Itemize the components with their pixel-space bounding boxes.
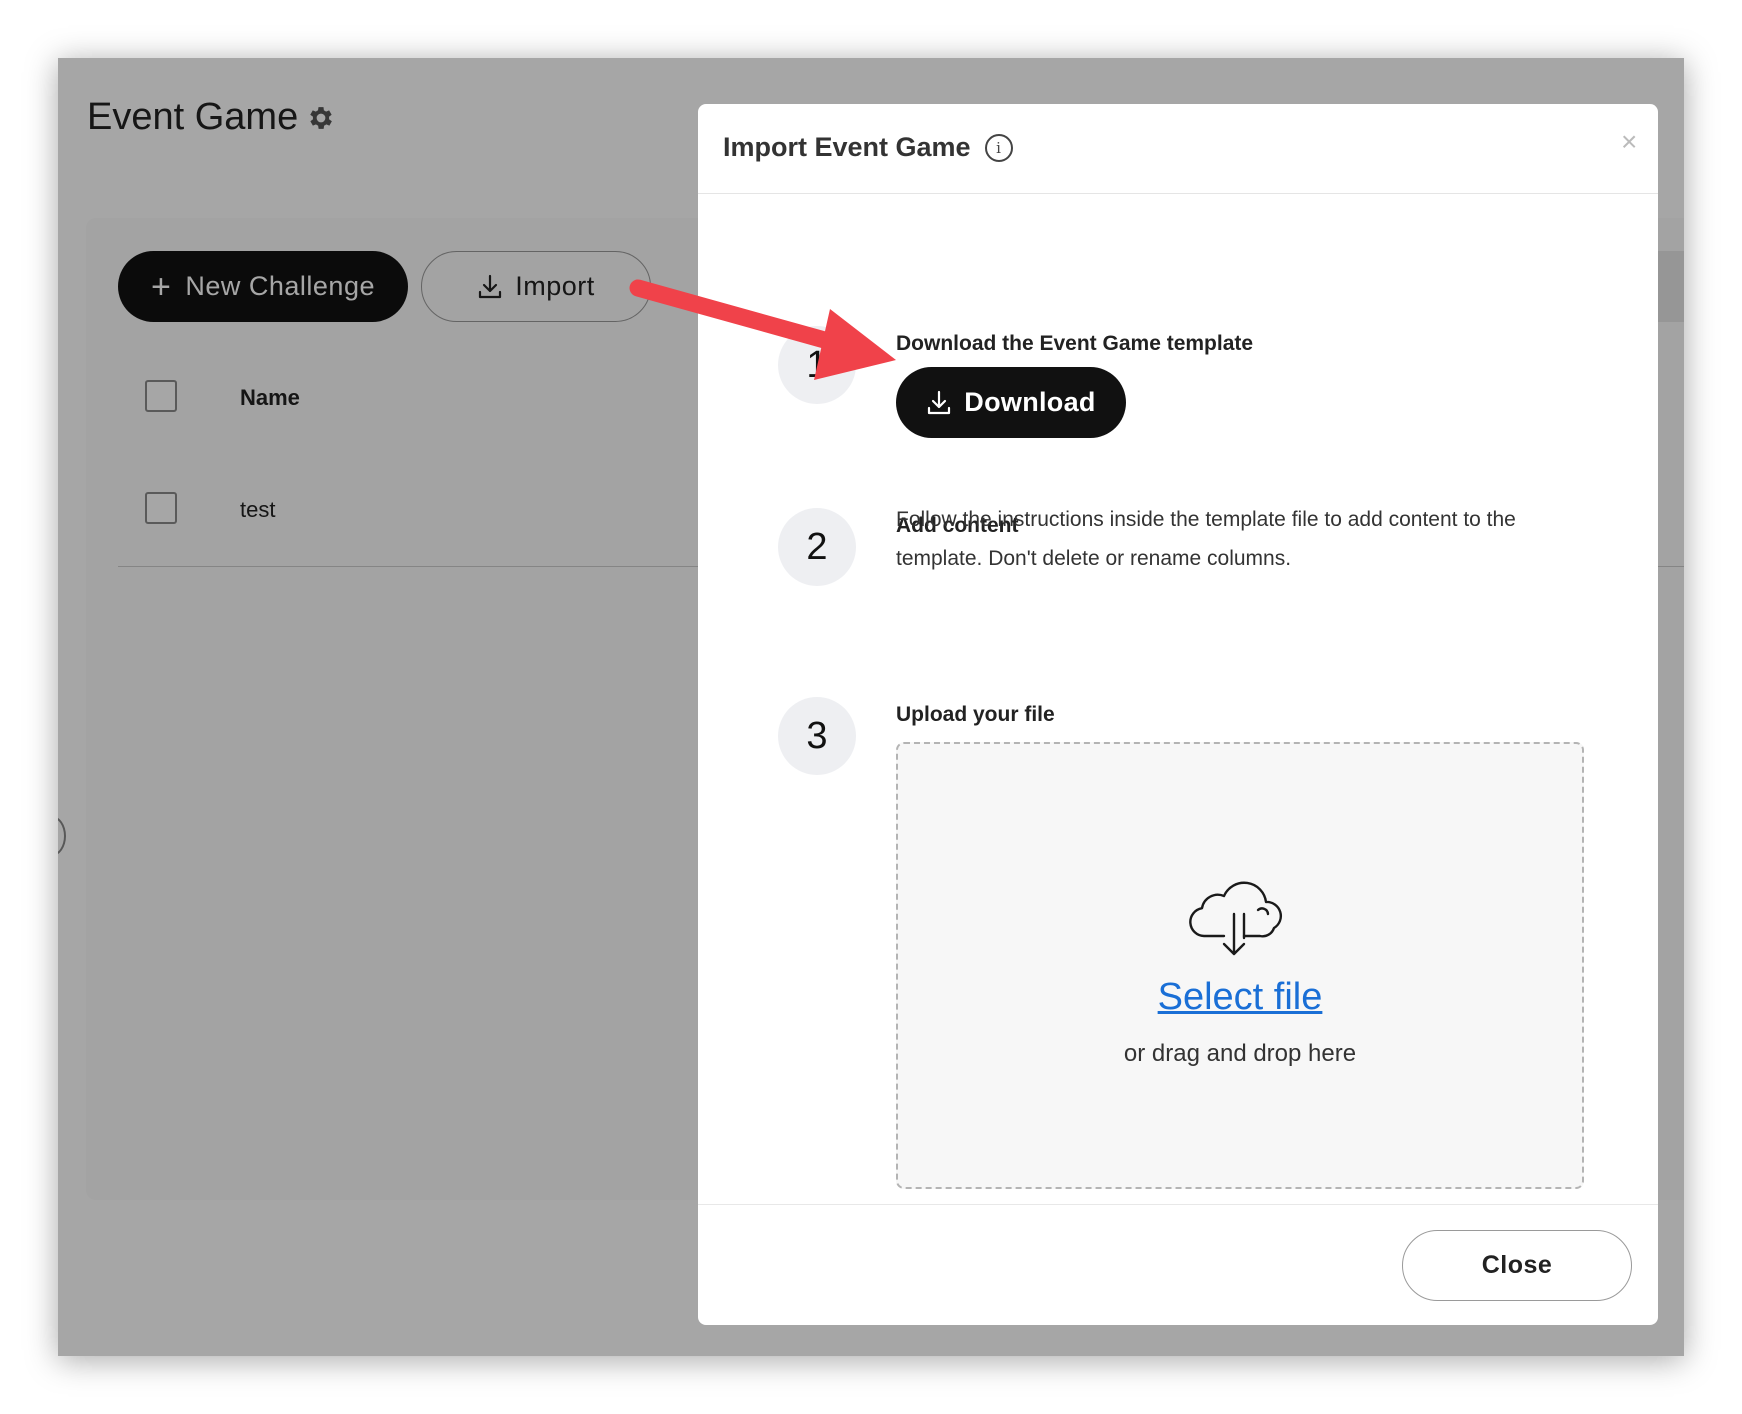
cloud-download-icon: [1189, 881, 1282, 956]
modal-footer-divider: [698, 1204, 1658, 1205]
info-icon[interactable]: i: [984, 133, 1013, 162]
app-window: Event Game + New Challenge Import Name t…: [58, 58, 1684, 1356]
download-icon: [928, 390, 951, 414]
select-file-link[interactable]: Select file: [898, 976, 1582, 1019]
drag-drop-hint: or drag and drop here: [1123, 1040, 1357, 1067]
close-icon[interactable]: ×: [1621, 126, 1637, 158]
download-label: Download: [964, 387, 1096, 417]
close-button[interactable]: Close: [1402, 1230, 1632, 1301]
step-3-number: 3: [778, 697, 856, 775]
download-template-button[interactable]: Download: [896, 367, 1126, 438]
modal-title-text: Import Event Game: [723, 132, 971, 162]
step-2-number: 2: [778, 508, 856, 586]
modal-title: Import Event Game i: [723, 132, 1013, 163]
step-1-number: 1: [778, 326, 856, 404]
import-modal: Import Event Game i × 1 Download the Eve…: [698, 104, 1658, 1325]
step-3-title: Upload your file: [896, 703, 1055, 726]
file-dropzone[interactable]: Select file or drag and drop here: [896, 742, 1584, 1189]
modal-header: Import Event Game i ×: [698, 104, 1658, 194]
step-1-title: Download the Event Game template: [896, 332, 1254, 355]
step-2-instructions: Follow the instructions inside the templ…: [896, 508, 1516, 570]
